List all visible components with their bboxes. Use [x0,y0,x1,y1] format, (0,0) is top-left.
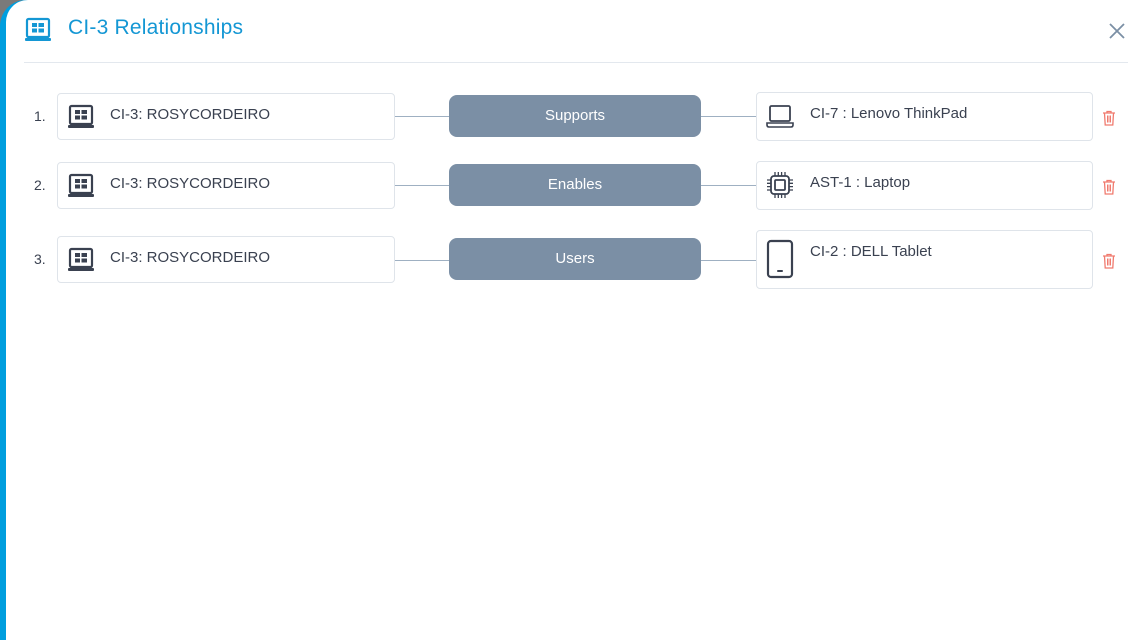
relation-button[interactable]: Users [449,238,701,280]
close-icon[interactable] [1106,20,1128,42]
target-label: AST-1 : Laptop [810,174,911,191]
laptop-icon [766,105,794,128]
relationship-row: 3. CI-3: ROSYCORDEIRO Users CI-2 : DELL … [24,230,1124,290]
source-item[interactable]: CI-3: ROSYCORDEIRO [57,93,395,140]
trash-icon[interactable] [1102,179,1116,195]
connector-line [701,116,756,117]
cpu-chip-icon [767,172,793,198]
target-item[interactable]: CI-2 : DELL Tablet [756,230,1093,289]
target-label: CI-7 : Lenovo ThinkPad [810,105,968,122]
target-item[interactable]: CI-7 : Lenovo ThinkPad [756,92,1093,141]
windows-laptop-icon [68,104,94,128]
source-label: CI-3: ROSYCORDEIRO [110,175,271,192]
connector-line [395,185,449,186]
source-label: CI-3: ROSYCORDEIRO [110,106,271,123]
relationship-row: 1. CI-3: ROSYCORDEIRO Supports CI-7 : Le… [24,92,1124,142]
relation-button[interactable]: Enables [449,164,701,206]
trash-icon[interactable] [1102,110,1116,126]
row-index: 1. [34,108,46,124]
target-label: CI-2 : DELL Tablet [810,243,932,260]
windows-laptop-icon [68,173,94,197]
source-item[interactable]: CI-3: ROSYCORDEIRO [57,162,395,209]
relationship-row: 2. CI-3: ROSYCORDEIRO Enables AST-1 : La… [24,161,1124,211]
source-item[interactable]: CI-3: ROSYCORDEIRO [57,236,395,283]
connector-line [701,260,756,261]
dialog-title: CI-3 Relationships [68,16,244,39]
windows-laptop-icon [68,247,94,271]
connector-line [395,260,449,261]
windows-laptop-icon [25,17,51,41]
connector-line [395,116,449,117]
row-index: 3. [34,251,46,267]
dialog-header: CI-3 Relationships [24,0,1128,63]
row-index: 2. [34,177,46,193]
trash-icon[interactable] [1102,253,1116,269]
source-label: CI-3: ROSYCORDEIRO [110,249,271,266]
connector-line [701,185,756,186]
tablet-icon [766,239,794,279]
relation-button[interactable]: Supports [449,95,701,137]
target-item[interactable]: AST-1 : Laptop [756,161,1093,210]
